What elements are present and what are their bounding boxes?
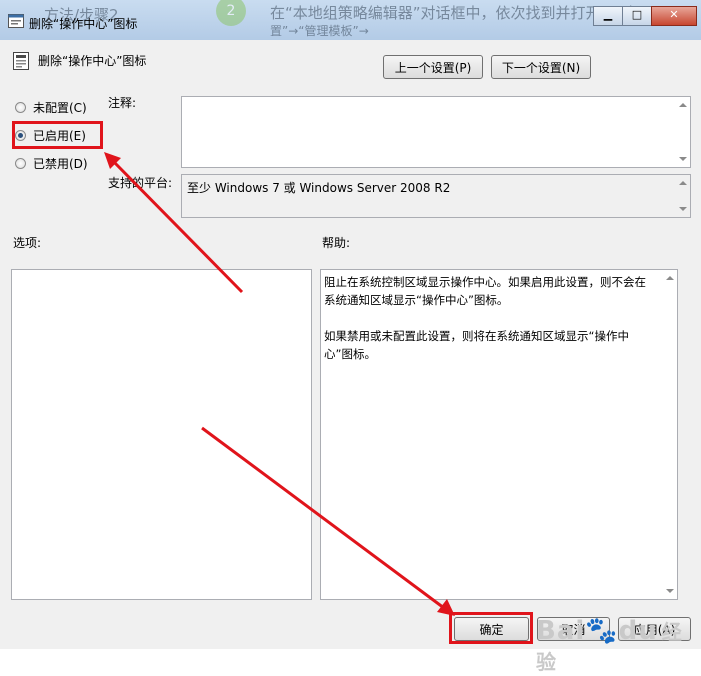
arrow-to-ok-icon	[201, 426, 445, 610]
arrowhead-ok-icon	[437, 599, 455, 616]
arrow-to-enabled-icon	[112, 160, 244, 294]
annotation-arrows	[104, 152, 455, 616]
